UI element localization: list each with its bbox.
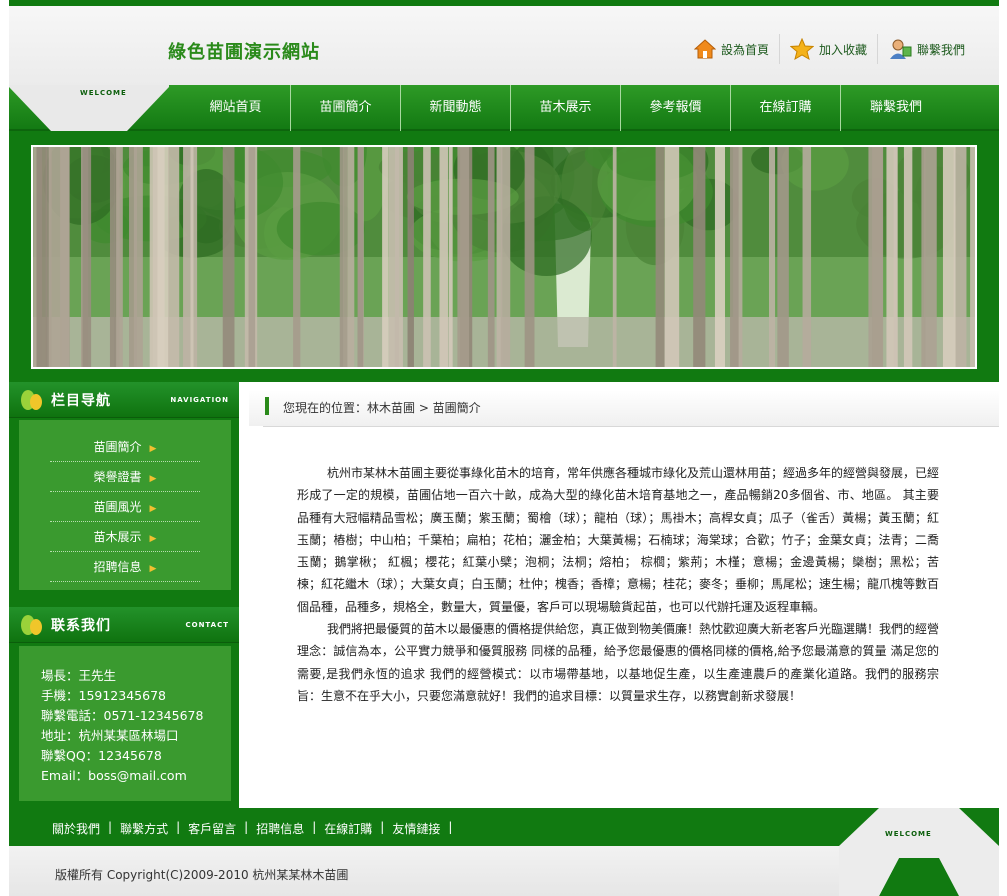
footer-link-contact[interactable]: 聯繫方式 (120, 820, 176, 837)
nav-item-about[interactable]: 苗圃簡介 (291, 85, 401, 131)
navigation-heading: 栏目导航 NAVIGATION (9, 382, 239, 418)
top-links: 設為首頁 加入收藏 聯繫我們 (684, 34, 975, 64)
arrow-right-icon: ▶ (149, 534, 157, 544)
nav-items: 網站首頁 苗圃簡介 新聞動態 苗木展示 參考報價 在線訂購 聯繫我們 (181, 85, 951, 131)
arrow-right-icon: ▶ (149, 444, 157, 454)
main-nav: WELCOME 網站首頁 苗圃簡介 新聞動態 苗木展示 參考報價 在線訂購 聯繫… (9, 85, 999, 131)
main-content: 您現在的位置：林木苗圃 > 苗圃簡介 杭州市某林木苗圃主要從事綠化苗木的培育，常… (239, 382, 999, 808)
footer-link-friends[interactable]: 友情鏈接 (392, 820, 448, 837)
side-menu-item-jobs[interactable]: 招聘信息 ▶ (50, 552, 200, 582)
home-icon (693, 39, 716, 59)
side-menu-item-scenery[interactable]: 苗圃風光 ▶ (50, 492, 200, 522)
contact-person-icon (889, 39, 912, 59)
contact-manager: 場長：王先生 (41, 668, 117, 683)
banner-image (31, 145, 977, 369)
article-paragraph: 我們將把最優質的苗木以最優惠的價格提供給您，真正做到物美價廉！熱忱歡迎廣大新老客… (297, 622, 940, 703)
divider (263, 426, 999, 427)
nav-item-home[interactable]: 網站首頁 (181, 85, 291, 131)
footer-link-order[interactable]: 在線訂購 (324, 820, 380, 837)
sidebar: 栏目导航 NAVIGATION 苗圃簡介 ▶ 榮譽證書 ▶ 苗圃風光 ▶ 苗木展示 ▶ … (9, 382, 239, 808)
arrow-right-icon: ▶ (149, 474, 157, 484)
contact-address: 地址：杭州某某區林場口 (41, 728, 179, 743)
copyright-text: 版權所有 Copyright(C)2009-2010 杭州某某林木苗圃 (55, 868, 349, 882)
article-body: 杭州市某林木苗圃主要從事綠化苗木的培育，常年供應各種城市綠化及荒山還林用苗；經過… (297, 462, 939, 707)
contact-phone: 聯繫電話：0571-12345678 (41, 708, 204, 723)
nav-item-news[interactable]: 新聞動態 (401, 85, 511, 131)
set-homepage-link[interactable]: 設為首頁 (684, 34, 779, 64)
side-menu-item-honors[interactable]: 榮譽證書 ▶ (50, 462, 200, 492)
side-menu-item-about[interactable]: 苗圃簡介 ▶ (50, 432, 200, 462)
footer-link-jobs[interactable]: 招聘信息 (256, 820, 312, 837)
page: 綠色苗圃演示網站 設為首頁 加入收藏 聯繫我們 WELCOME 網站首頁 苗圃簡… (9, 0, 999, 896)
footer-link-about[interactable]: 關於我們 (52, 820, 108, 837)
header: 綠色苗圃演示網站 設為首頁 加入收藏 聯繫我們 (9, 0, 999, 85)
footer-link-guestbook[interactable]: 客戶留言 (188, 820, 244, 837)
leaf-icon (21, 390, 42, 410)
footer-welcome-wedge (839, 808, 999, 896)
banner-area (9, 131, 999, 382)
arrow-right-icon: ▶ (149, 564, 157, 574)
contact-heading: 联系我们 CONTACT (9, 607, 239, 643)
contact-mobile: 手機：15912345678 (41, 688, 166, 703)
contact-info: 場長：王先生 手機：15912345678 聯繫電話：0571-12345678… (19, 646, 231, 801)
breadcrumb-marker (265, 397, 269, 415)
contact-qq: 聯繫QQ：12345678 (41, 748, 162, 763)
side-menu-item-products[interactable]: 苗木展示 ▶ (50, 522, 200, 552)
breadcrumb: 您現在的位置：林木苗圃 > 苗圃簡介 (283, 401, 481, 415)
article-paragraph: 杭州市某林木苗圃主要從事綠化苗木的培育，常年供應各種城市綠化及荒山還林用苗；經過… (297, 466, 940, 614)
contact-us-link[interactable]: 聯繫我們 (876, 34, 975, 64)
forest-photo (33, 147, 975, 367)
footer-welcome-label: WELCOME (885, 830, 932, 838)
footer-links: 關於我們 | 聯繫方式 | 客戶留言 | 招聘信息 | 在線訂購 | 友情鏈接 | (52, 820, 453, 837)
site-title[interactable]: 綠色苗圃演示網站 (168, 38, 320, 64)
nav-item-products[interactable]: 苗木展示 (511, 85, 621, 131)
arrow-right-icon: ▶ (149, 504, 157, 514)
side-menu: 苗圃簡介 ▶ 榮譽證書 ▶ 苗圃風光 ▶ 苗木展示 ▶ 招聘信息 ▶ (19, 420, 231, 590)
contact-email: Email：boss@mail.com (41, 768, 187, 783)
star-icon (789, 38, 814, 60)
nav-item-order[interactable]: 在線訂購 (731, 85, 841, 131)
add-favorite-link[interactable]: 加入收藏 (778, 34, 877, 64)
leaf-icon (21, 615, 42, 635)
welcome-label: WELCOME (80, 89, 127, 97)
nav-item-contact[interactable]: 聯繫我們 (841, 85, 951, 131)
nav-item-pricing[interactable]: 參考報價 (621, 85, 731, 131)
